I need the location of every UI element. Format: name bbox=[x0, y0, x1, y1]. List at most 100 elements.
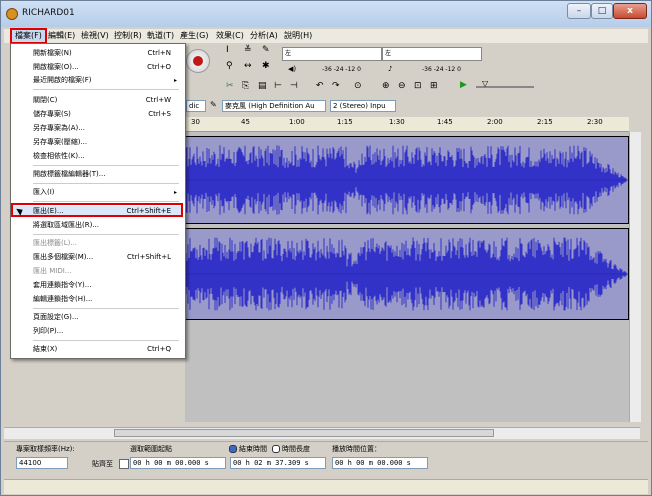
audio-track-right[interactable] bbox=[185, 228, 629, 320]
menu-file[interactable]: 檔案(F) bbox=[10, 28, 47, 44]
menu-item-recent[interactable]: 最近開啟的檔案(F) ▸ bbox=[11, 75, 183, 86]
export-highlight-box bbox=[11, 203, 183, 217]
redo-icon[interactable]: ↷ bbox=[332, 81, 340, 91]
menu-separator bbox=[33, 89, 179, 90]
ruler-tick: 1:00 bbox=[289, 118, 305, 126]
fit-selection-icon[interactable]: ⊡ bbox=[414, 81, 422, 91]
selection-bar: 專案取樣頻率(Hz): 44100 貼齊至 選取範圍起點 00 h 00 m 0… bbox=[4, 441, 648, 476]
menu-item-open[interactable]: 開啟檔案(O)... Ctrl+O bbox=[11, 62, 183, 73]
envelope-tool-icon[interactable]: ≚ bbox=[244, 45, 252, 55]
ruler-tick: 1:15 bbox=[337, 118, 353, 126]
selection-start-time[interactable]: 00 h 00 m 00.000 s bbox=[130, 457, 226, 469]
length-label: 時間長度 bbox=[282, 445, 310, 453]
audio-position-time[interactable]: 00 h 00 m 00.000 s bbox=[332, 457, 428, 469]
status-bar bbox=[4, 479, 648, 494]
minimize-button[interactable]: – bbox=[567, 3, 591, 19]
mic-input-icon: ✎ bbox=[210, 100, 217, 109]
speaker-icon[interactable]: ◀) bbox=[288, 65, 296, 73]
fit-project-icon[interactable]: ⊞ bbox=[430, 81, 438, 91]
ruler-tick: 45 bbox=[241, 118, 250, 126]
record-button[interactable] bbox=[186, 49, 210, 73]
close-button[interactable]: x bbox=[613, 3, 647, 19]
timeline-ruler[interactable]: 30 45 1:00 1:15 1:30 1:45 2:00 2:15 2:30 bbox=[185, 117, 629, 132]
menu-bar: 檔案(F) 編輯(E) 檢視(V) 控制(R) 軌道(T) 產生(G) 效果(C… bbox=[4, 28, 648, 44]
menu-analyze[interactable]: 分析(A) bbox=[250, 30, 278, 41]
audio-track-left[interactable] bbox=[185, 136, 629, 224]
mic-icon[interactable]: ♪ bbox=[388, 65, 392, 73]
menu-item-import[interactable]: 匯入(I) ▸ bbox=[11, 187, 183, 198]
menu-generate[interactable]: 產生(G) bbox=[180, 30, 208, 41]
menu-view[interactable]: 檢視(V) bbox=[81, 30, 109, 41]
record-meter: 左 bbox=[382, 47, 482, 61]
record-icon bbox=[193, 56, 203, 66]
ruler-tick: 2:15 bbox=[537, 118, 553, 126]
trim-icon[interactable]: ⊢ bbox=[274, 81, 282, 91]
ruler-tick: 1:30 bbox=[389, 118, 405, 126]
menu-item-edit-chains[interactable]: 編輯連鎖指令(H)... bbox=[11, 294, 183, 305]
meter-scale-record: -36 -24 -12 0 bbox=[422, 66, 461, 73]
multi-tool-icon[interactable]: ✱ bbox=[262, 61, 270, 71]
zoom-tool-icon[interactable]: ⚲ bbox=[226, 61, 233, 71]
selection-end-time[interactable]: 00 h 02 m 37.309 s bbox=[230, 457, 326, 469]
app-headphones-icon bbox=[6, 8, 18, 20]
cut-icon[interactable]: ✂ bbox=[226, 81, 234, 91]
snap-to-checkbox[interactable] bbox=[119, 459, 129, 469]
menu-item-close[interactable]: 關閉(C) Ctrl+W bbox=[11, 95, 183, 106]
menu-item-exit[interactable]: 結束(X) Ctrl+Q bbox=[11, 344, 183, 355]
copy-icon[interactable]: ⎘ bbox=[242, 81, 249, 91]
undo-icon[interactable]: ↶ bbox=[316, 81, 324, 91]
menu-item-export-midi[interactable]: 匯出 MIDI... bbox=[11, 266, 183, 277]
menu-edit[interactable]: 編輯(E) bbox=[48, 30, 75, 41]
silence-icon[interactable]: ⊣ bbox=[290, 81, 298, 91]
menu-item-new[interactable]: 開新檔案(N) Ctrl+N bbox=[11, 48, 183, 59]
menu-help[interactable]: 說明(H) bbox=[284, 30, 312, 41]
menu-separator bbox=[33, 183, 179, 184]
host-combo[interactable]: dic bbox=[186, 100, 206, 112]
menu-item-label-editor[interactable]: 開啟標籤檔編輯器(T)... bbox=[11, 169, 183, 180]
menu-item-export-labels[interactable]: 匯出標籤(L)... bbox=[11, 238, 183, 249]
menu-effect[interactable]: 效果(C) bbox=[216, 30, 244, 41]
slider-handle-icon[interactable]: ▽ bbox=[482, 79, 488, 88]
play-at-speed-icon[interactable]: ▶ bbox=[460, 80, 467, 90]
zoom-out-icon[interactable]: ⊖ bbox=[398, 81, 406, 91]
menu-item-save-compressed[interactable]: 另存專案(壓縮)... bbox=[11, 137, 183, 148]
menu-item-save-as[interactable]: 另存專案為(A)... bbox=[11, 123, 183, 134]
title-bar: RICHARD01 – □ x bbox=[1, 1, 651, 27]
length-radio[interactable] bbox=[272, 445, 280, 453]
zoom-in-icon[interactable]: ⊕ bbox=[382, 81, 390, 91]
selection-tool-icon[interactable]: I bbox=[226, 45, 229, 55]
project-rate-combo[interactable]: 44100 bbox=[16, 457, 68, 469]
menu-item-dependencies[interactable]: 檢查相依性(K)... bbox=[11, 151, 183, 162]
menu-item-page-setup[interactable]: 頁面設定(G)... bbox=[11, 312, 183, 323]
ruler-tick: 2:00 bbox=[487, 118, 503, 126]
menu-item-print[interactable]: 列印(P)... bbox=[11, 326, 183, 337]
track-area[interactable] bbox=[185, 132, 629, 422]
menu-item-apply-chain[interactable]: 套用連鎖指令(Y)... bbox=[11, 280, 183, 291]
submenu-arrow-icon: ▸ bbox=[173, 189, 177, 196]
submenu-arrow-icon: ▸ bbox=[173, 77, 177, 84]
horizontal-scroll-thumb[interactable] bbox=[114, 429, 494, 437]
timeshift-tool-icon[interactable]: ↔ bbox=[244, 61, 252, 71]
menu-item-export-multiple[interactable]: 匯出多個檔案(M)... Ctrl+Shift+L bbox=[11, 252, 183, 263]
paste-icon[interactable]: ▤ bbox=[258, 81, 267, 91]
menu-control[interactable]: 控制(R) bbox=[114, 30, 142, 41]
ruler-tick: 2:30 bbox=[587, 118, 603, 126]
vertical-scrollbar[interactable] bbox=[629, 132, 641, 422]
menu-item-save[interactable]: 儲存專案(S) Ctrl+S bbox=[11, 109, 183, 120]
channels-combo[interactable]: 2 (Stereo) Inpu bbox=[330, 100, 396, 112]
maximize-button[interactable]: □ bbox=[591, 3, 613, 19]
project-rate-label: 專案取樣頻率(Hz): bbox=[16, 445, 75, 453]
horizontal-scrollbar[interactable] bbox=[4, 427, 640, 439]
end-time-radio[interactable] bbox=[229, 445, 237, 453]
window-title: RICHARD01 bbox=[22, 8, 75, 18]
sync-lock-icon[interactable]: ⊙ bbox=[354, 81, 362, 91]
menu-item-export-selection[interactable]: 將選取區域匯出(R)... bbox=[11, 220, 183, 231]
input-device-combo[interactable]: 麥克風 (High Definition Au bbox=[222, 100, 326, 112]
menu-track[interactable]: 軌道(T) bbox=[147, 30, 174, 41]
menu-separator bbox=[33, 340, 179, 341]
waveform-right bbox=[186, 237, 628, 311]
menu-separator bbox=[33, 201, 179, 202]
waveform-left bbox=[186, 145, 628, 215]
draw-tool-icon[interactable]: ✎ bbox=[262, 45, 270, 55]
ruler-tick: 30 bbox=[191, 118, 200, 126]
